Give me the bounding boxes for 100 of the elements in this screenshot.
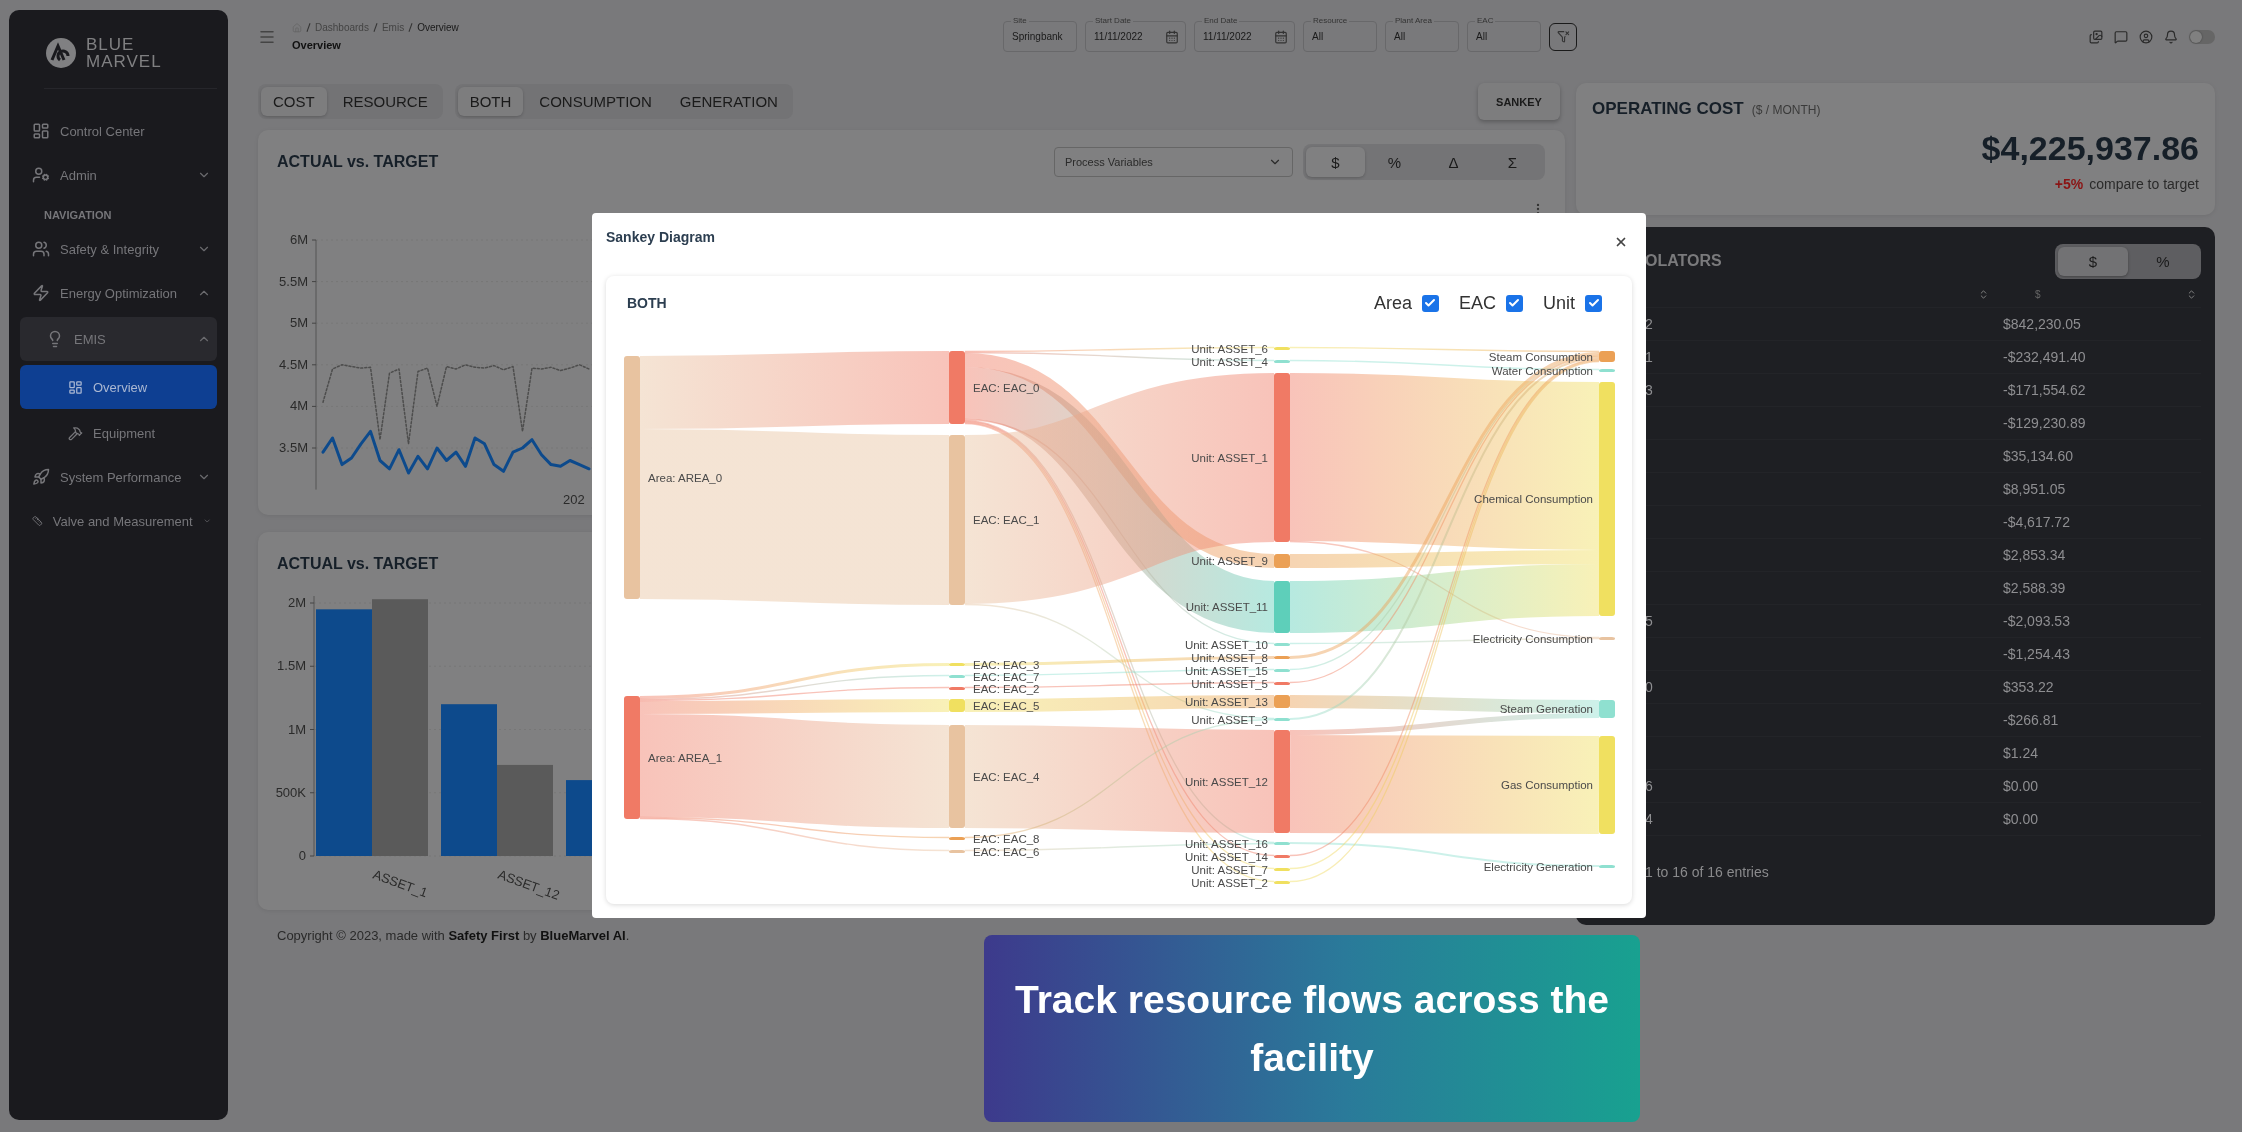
unit-label: ($ / MONTH)	[1751, 103, 1821, 117]
sankey-node[interactable]	[1274, 730, 1290, 833]
checkbox[interactable]	[1585, 294, 1602, 312]
breadcrumb-link[interactable]: Overview	[417, 22, 459, 33]
sankey-node-label: EAC: EAC_0	[973, 381, 1040, 394]
delta-value: +5%	[2054, 176, 2084, 192]
unit-toggle[interactable]: Δ	[1424, 147, 1483, 177]
table-cell: $8,951.05	[2003, 481, 2066, 497]
sort-icon[interactable]	[2186, 288, 2197, 300]
card-title: ACTUAL vs. TARGET	[277, 153, 439, 171]
column-header: $	[2035, 288, 2041, 300]
unit-toggle[interactable]: $	[1306, 147, 1365, 177]
mode-tab[interactable]: COST	[261, 87, 327, 116]
sankey-node[interactable]	[1274, 373, 1290, 542]
sankey-node[interactable]	[1274, 855, 1290, 858]
sankey-node[interactable]	[1274, 718, 1290, 721]
sankey-node[interactable]	[1599, 382, 1615, 616]
sankey-node[interactable]	[1274, 682, 1290, 685]
copyright-text: Copyright © 2023, made with Safety First by BlueMarvel AI.	[277, 928, 631, 943]
unit-toggle[interactable]: $	[2058, 246, 2128, 276]
nav-subitem[interactable]: Equipment	[20, 411, 217, 455]
nav-item[interactable]: Admin	[20, 153, 217, 197]
clear-filter-button[interactable]	[1549, 22, 1577, 51]
nav-item[interactable]: Safety & Integrity	[20, 227, 217, 271]
axis-label: 1M	[287, 721, 306, 737]
sankey-node[interactable]	[949, 699, 965, 712]
sankey-node[interactable]	[1274, 695, 1290, 708]
sankey-node[interactable]	[1599, 736, 1615, 834]
gallery-icon[interactable]	[2089, 29, 2103, 44]
sankey-node-label: Steam Generation	[1499, 703, 1593, 715]
message-icon[interactable]	[2114, 29, 2128, 44]
sankey-node-label: EAC: EAC_1	[973, 514, 1040, 526]
sankey-node[interactable]	[1274, 669, 1290, 672]
caption-banner: Track resource flows across the facility	[984, 935, 1640, 1122]
bell-icon[interactable]	[2164, 29, 2178, 44]
checkbox-label: EAC	[1458, 292, 1496, 314]
sort-icon[interactable]	[1978, 288, 1989, 300]
calendar-icon[interactable]	[1274, 29, 1288, 44]
sankey-node-label: Unit: ASSET_6	[1191, 342, 1268, 355]
sankey-node[interactable]	[1274, 656, 1290, 659]
sankey-node-label: Steam Consumption	[1488, 350, 1593, 363]
sankey-node[interactable]	[1274, 360, 1290, 363]
flow-tab[interactable]: CONSUMPTION	[527, 87, 664, 116]
nav-icon	[32, 240, 50, 258]
sankey-node[interactable]	[1274, 581, 1290, 633]
nav-subitem[interactable]: Overview	[20, 365, 217, 409]
sankey-node[interactable]	[1274, 643, 1290, 646]
sankey-node[interactable]	[1274, 868, 1290, 871]
table-cell: -$1,254.43	[2003, 646, 2070, 662]
sankey-node[interactable]	[949, 351, 965, 424]
checkbox-label: Unit	[1543, 292, 1575, 314]
sankey-node[interactable]	[1599, 637, 1615, 640]
sankey-node[interactable]	[949, 837, 965, 840]
sankey-node[interactable]	[1274, 842, 1290, 845]
nav-item[interactable]: Energy Optimization	[20, 271, 217, 315]
sankey-node[interactable]	[624, 356, 640, 599]
table-cell: 6	[1645, 778, 1653, 794]
calendar-icon[interactable]	[1165, 29, 1179, 44]
sankey-node[interactable]	[1599, 865, 1615, 868]
nav-icon	[68, 379, 83, 395]
sankey-node[interactable]	[949, 725, 965, 828]
checkbox[interactable]	[1421, 294, 1439, 312]
check-icon	[1424, 297, 1437, 309]
unit-toggle[interactable]: Σ	[1483, 147, 1542, 177]
nav-subitem[interactable]: EMIS	[20, 317, 217, 361]
sankey-node[interactable]	[949, 687, 965, 690]
nav-item[interactable]: Control Center	[20, 109, 217, 153]
unit-toggle[interactable]: %	[2128, 246, 2198, 276]
card-title: OPERATING COST	[1592, 99, 1744, 119]
flow-tab[interactable]: BOTH	[457, 87, 524, 116]
sankey-node[interactable]	[1599, 351, 1615, 362]
axis-label: 500K	[275, 784, 306, 800]
user-icon[interactable]	[2139, 29, 2153, 44]
unit-toggle[interactable]: %	[1365, 147, 1424, 177]
nav-item[interactable]: Valve and Measurement	[20, 499, 217, 543]
sankey-node[interactable]	[949, 675, 965, 678]
toggle-switch[interactable]	[2189, 29, 2215, 44]
sankey-node[interactable]	[949, 850, 965, 853]
flow-tab[interactable]: GENERATION	[667, 87, 790, 116]
table-cell: -$2,093.53	[2003, 613, 2070, 629]
sankey-node[interactable]	[1599, 700, 1615, 718]
sankey-node-label: Unit: ASSET_15	[1184, 664, 1268, 677]
sankey-node[interactable]	[1274, 347, 1290, 350]
table-cell: $0.00	[2003, 778, 2039, 794]
dialog-title: Sankey Diagram	[606, 229, 715, 245]
mode-tab[interactable]: RESOURCE	[330, 87, 440, 116]
checkbox[interactable]	[1506, 294, 1523, 312]
sankey-node[interactable]	[1274, 554, 1290, 568]
sankey-node[interactable]	[1274, 881, 1290, 884]
axis-label: 3.5M	[279, 440, 308, 455]
sankey-button[interactable]: SANKEY	[1478, 83, 1560, 120]
nav-item[interactable]: System Performance	[20, 455, 217, 499]
sankey-node[interactable]	[949, 663, 965, 666]
sankey-node[interactable]	[624, 696, 640, 819]
sankey-node-label: EAC: EAC_2	[973, 682, 1040, 695]
nav-icon	[68, 425, 83, 441]
sankey-node[interactable]	[1599, 369, 1615, 372]
table-cell: 1	[1645, 349, 1653, 365]
sankey-node[interactable]	[949, 435, 965, 605]
variable-dropdown[interactable]: Process Variables	[1054, 147, 1293, 177]
